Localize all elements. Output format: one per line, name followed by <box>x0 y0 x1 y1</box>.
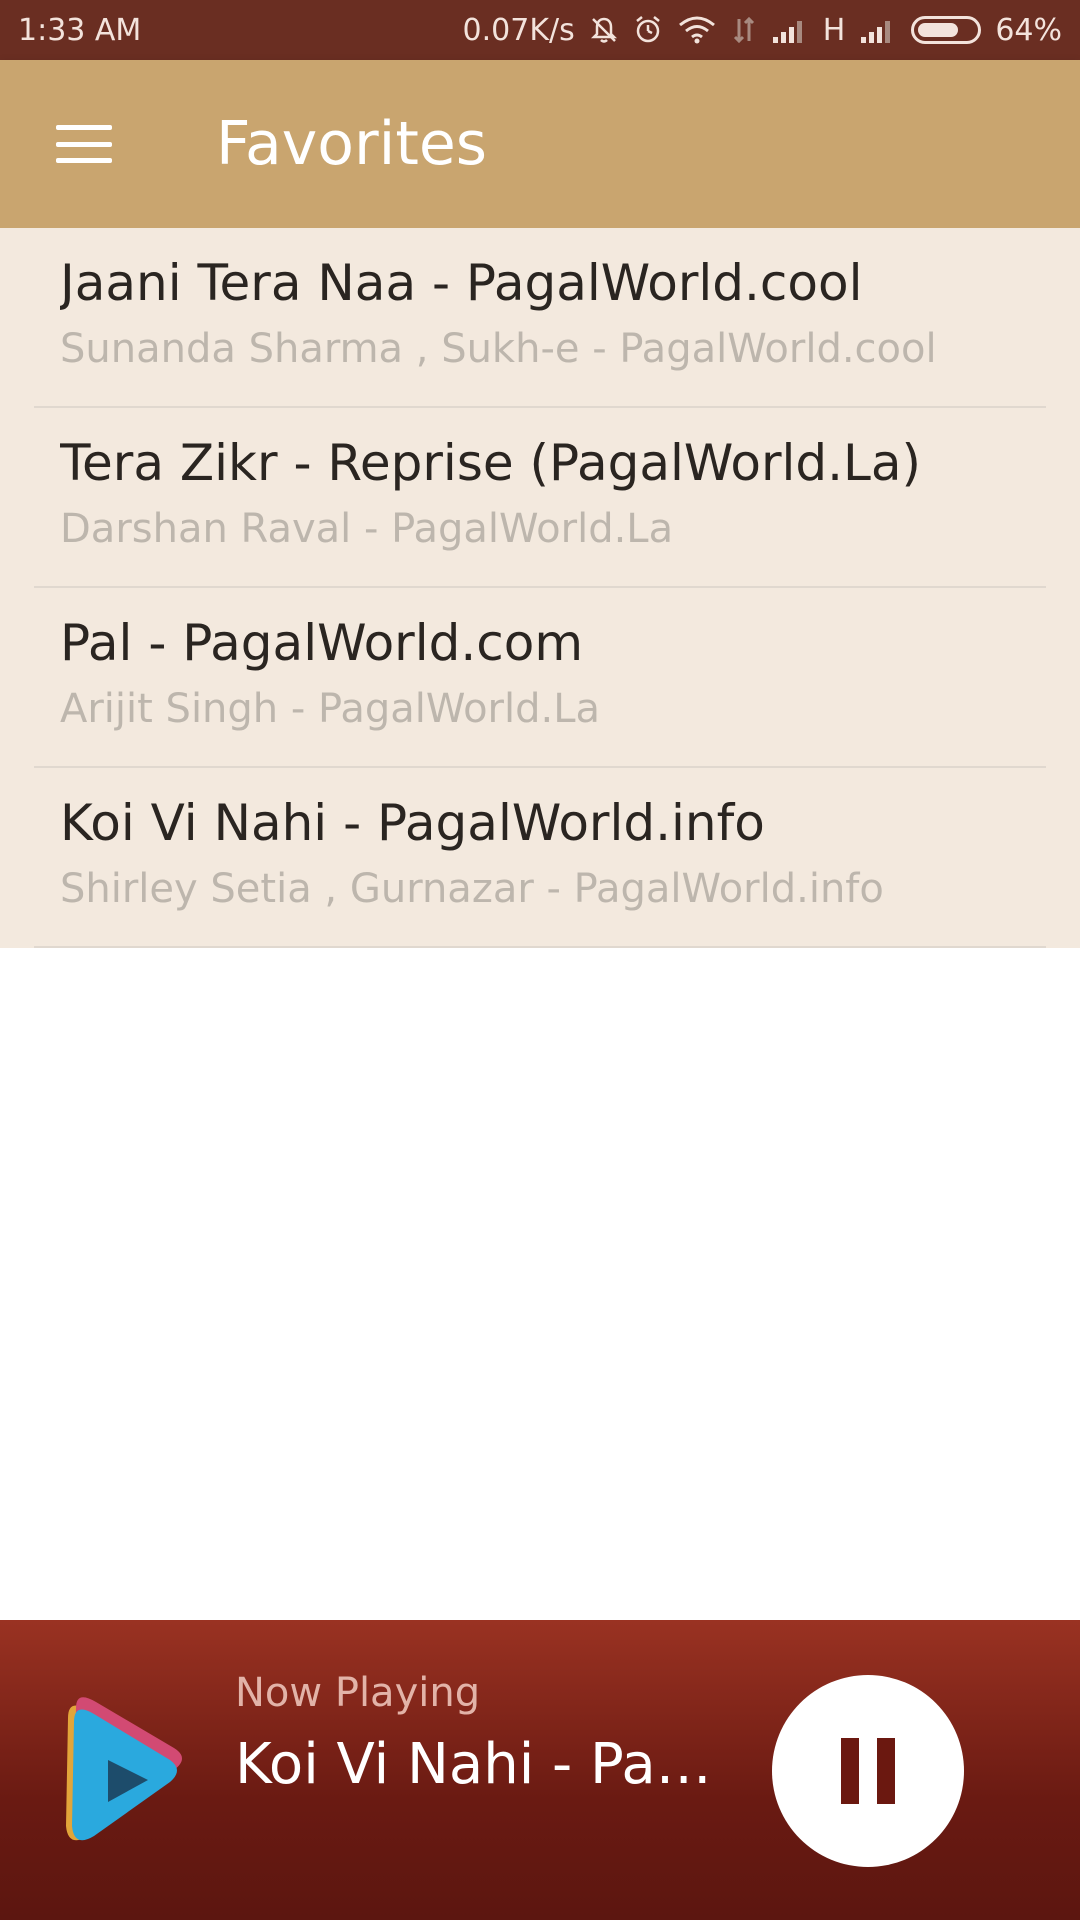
network-type: H <box>822 12 846 48</box>
song-subtitle: Sunanda Sharma , Sukh-e - PagalWorld.coo… <box>60 326 937 372</box>
screen: 1:33 AM 0.07K/s H 64% Favorites Jaani Te… <box>0 0 1080 1920</box>
signal-icon <box>771 15 809 45</box>
song-title: Pal - PagalWorld.com <box>60 614 584 672</box>
page-title: Favorites <box>216 109 488 179</box>
list-item[interactable]: Pal - PagalWorld.com Arijit Singh - Paga… <box>0 588 1080 768</box>
app-bar: Favorites <box>0 60 1080 228</box>
play-logo-icon <box>48 1688 188 1858</box>
pause-button[interactable] <box>772 1675 964 1867</box>
song-title: Jaani Tera Naa - PagalWorld.cool <box>60 254 863 312</box>
battery-level: 64% <box>995 12 1062 48</box>
song-title: Tera Zikr - Reprise (PagalWorld.La) <box>60 434 922 492</box>
song-subtitle: Darshan Raval - PagalWorld.La <box>60 506 674 552</box>
now-playing-label: Now Playing <box>235 1670 481 1716</box>
now-playing-track: Koi Vi Nahi - Pa… <box>235 1732 712 1797</box>
favorites-list: Jaani Tera Naa - PagalWorld.cool Sunanda… <box>0 228 1080 948</box>
list-item[interactable]: Jaani Tera Naa - PagalWorld.cool Sunanda… <box>0 228 1080 408</box>
battery-icon <box>911 16 982 44</box>
song-title: Koi Vi Nahi - PagalWorld.info <box>60 794 765 852</box>
list-item[interactable]: Koi Vi Nahi - PagalWorld.info Shirley Se… <box>0 768 1080 948</box>
alarm-icon <box>633 15 663 45</box>
network-speed: 0.07K/s <box>462 12 575 48</box>
hamburger-menu-icon <box>56 125 112 163</box>
song-subtitle: Arijit Singh - PagalWorld.La <box>60 686 600 732</box>
status-time: 1:33 AM <box>18 12 142 48</box>
status-bar: 1:33 AM 0.07K/s H 64% <box>0 0 1080 60</box>
song-subtitle: Shirley Setia , Gurnazar - PagalWorld.in… <box>60 866 884 912</box>
mute-icon <box>589 15 619 45</box>
signal-icon-2 <box>859 15 897 45</box>
data-arrows-icon <box>731 15 757 45</box>
list-item[interactable]: Tera Zikr - Reprise (PagalWorld.La) Dars… <box>0 408 1080 588</box>
menu-button[interactable] <box>0 60 168 228</box>
pause-icon <box>841 1738 895 1804</box>
now-playing-bar[interactable]: Now Playing Koi Vi Nahi - Pa… <box>0 1620 1080 1920</box>
wifi-icon <box>677 15 717 45</box>
